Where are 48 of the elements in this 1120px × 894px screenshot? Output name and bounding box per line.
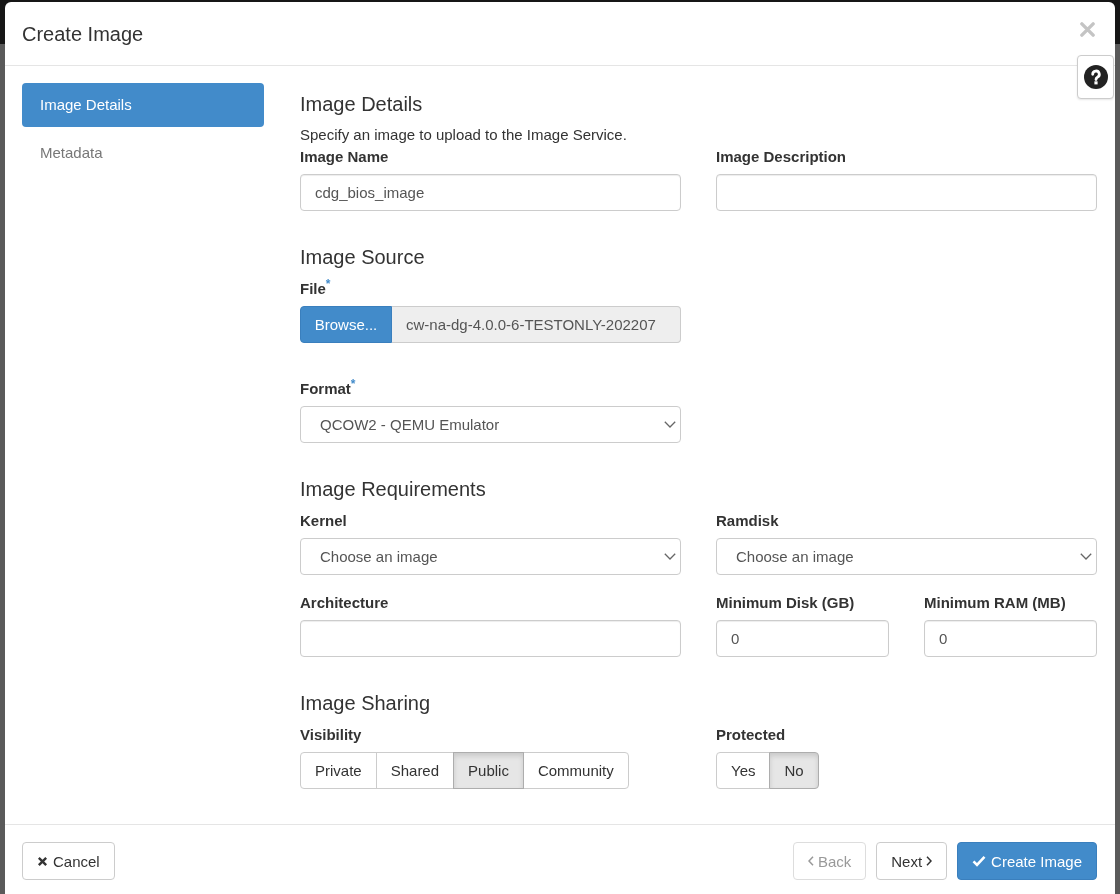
- file-name-field[interactable]: cw-na-dg-4.0.0-6-TESTONLY-202207: [392, 306, 681, 343]
- field-label: Image Name: [300, 147, 390, 167]
- chevron-right-icon: [926, 856, 933, 866]
- select-field[interactable]: Choose an image: [716, 538, 1097, 575]
- number-input[interactable]: 0: [716, 620, 889, 657]
- toggle-button[interactable]: Public: [453, 752, 524, 789]
- field-label: Minimum RAM (MB): [924, 593, 1067, 613]
- section-heading: Image Source: [300, 246, 426, 268]
- next-button[interactable]: Next: [876, 842, 948, 880]
- field-label: Protected: [716, 725, 787, 745]
- select-field[interactable]: Choose an image: [300, 538, 681, 575]
- toggle-button[interactable]: Community: [522, 752, 629, 789]
- chevron-down-icon: [664, 553, 676, 560]
- field-label: Format$^{*}$: [300, 379, 357, 399]
- chevron-down-icon: [664, 421, 676, 428]
- dialog-title: Create Image: [22, 22, 144, 45]
- select-field[interactable]: QCOW2 - QEMU Emulator: [300, 406, 681, 443]
- field-label: File$^{*}$: [300, 279, 332, 299]
- cancel-button[interactable]: Cancel: [22, 842, 115, 880]
- toggle-button[interactable]: Private: [300, 752, 377, 789]
- chevron-down-icon: [1080, 553, 1092, 560]
- chevron-left-icon: [807, 856, 814, 866]
- field-label: Minimum Disk (GB): [716, 593, 856, 613]
- field-label: Ramdisk: [716, 511, 780, 531]
- field-label: Architecture: [300, 593, 390, 613]
- close-icon[interactable]: [1080, 22, 1095, 37]
- field-label: Visibility: [300, 725, 363, 745]
- close-icon: [37, 855, 48, 867]
- text-input[interactable]: [716, 174, 1097, 211]
- create-button[interactable]: Create Image: [957, 842, 1097, 880]
- section-heading: Image Details: [300, 93, 424, 115]
- browse-button[interactable]: Browse...: [300, 306, 392, 343]
- toggle-button[interactable]: No: [769, 752, 819, 789]
- section-heading: Image Requirements: [300, 478, 487, 500]
- step-tab[interactable]: Metadata: [22, 131, 264, 175]
- number-input[interactable]: 0: [924, 620, 1097, 657]
- field-label: Image Description: [716, 147, 848, 167]
- toggle-button[interactable]: Yes: [716, 752, 771, 789]
- check-icon: [972, 855, 987, 867]
- toggle-button[interactable]: Shared: [375, 752, 455, 789]
- section-description: Specify an image to upload to the Image Service.: [300, 125, 628, 145]
- help-button[interactable]: [1077, 55, 1114, 99]
- field-label: Kernel: [300, 511, 348, 531]
- step-tab[interactable]: Image Details: [22, 83, 264, 127]
- help-icon: [1083, 65, 1108, 89]
- text-input[interactable]: [300, 620, 681, 657]
- section-heading: Image Sharing: [300, 692, 432, 714]
- text-input[interactable]: cdg_bios_image: [300, 174, 681, 211]
